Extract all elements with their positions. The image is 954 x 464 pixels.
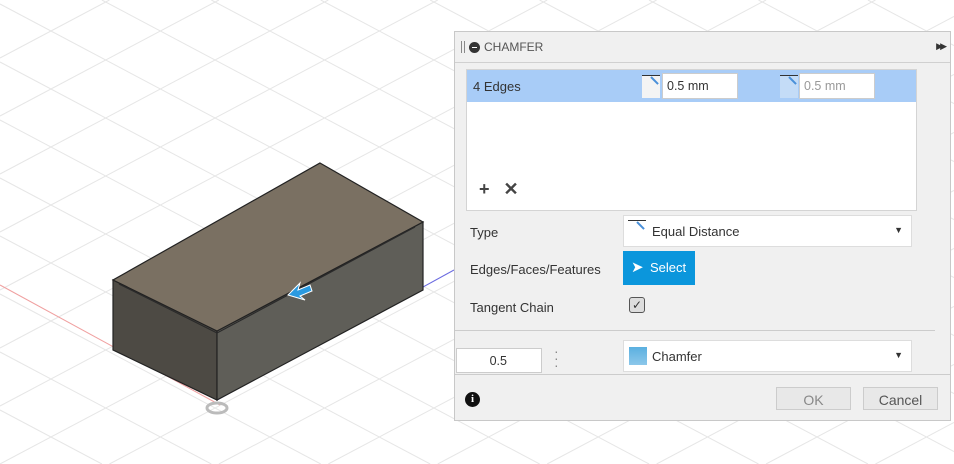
- add-icon[interactable]: +: [479, 179, 490, 199]
- select-label: Select: [650, 260, 687, 275]
- edges-label: Edges/Faces/Features: [470, 262, 601, 277]
- equal-distance-icon: [628, 220, 646, 243]
- tangent-chain-checkbox[interactable]: ✓: [629, 297, 645, 313]
- collapse-icon[interactable]: [469, 41, 480, 53]
- chevron-down-icon: ▼: [894, 350, 903, 360]
- corner-type-value: Chamfer: [652, 349, 702, 364]
- drag-handle[interactable]: [461, 41, 465, 53]
- grid-line: [875, 421, 954, 464]
- edge-selection-list: 4 Edges 0.5 mm 0.5 mm + ✕: [466, 69, 917, 211]
- box-body[interactable]: [111, 162, 425, 402]
- cancel-button[interactable]: Cancel: [863, 387, 938, 410]
- remove-icon[interactable]: ✕: [504, 179, 519, 199]
- type-label: Type: [470, 225, 499, 240]
- grid-line: [0, 0, 329, 175]
- selection-row[interactable]: 4 Edges 0.5 mm 0.5 mm: [467, 70, 916, 102]
- dialog-title: CHAMFER: [484, 40, 544, 54]
- chamfer-icon: [629, 347, 647, 365]
- type-dropdown[interactable]: Equal Distance ▼: [623, 215, 912, 247]
- chevron-down-icon: ▼: [894, 225, 903, 235]
- footer-divider: [455, 374, 950, 375]
- corner-type-dropdown[interactable]: Chamfer ▼: [623, 340, 912, 372]
- selection-label: 4 Edges: [473, 79, 521, 94]
- chamfer-dialog: CHAMFER ▶▶ 4 Edges 0.5 mm 0.5 mm + ✕ Type…: [454, 31, 951, 421]
- type-value: Equal Distance: [652, 224, 740, 239]
- grid-line: [0, 0, 110, 59]
- tangent-chain-label: Tangent Chain: [470, 300, 554, 315]
- ok-button[interactable]: OK: [776, 387, 851, 410]
- grid-line: [0, 0, 220, 117]
- chamfer-distance2-icon: [780, 75, 798, 98]
- cursor-icon: ➤: [631, 259, 644, 276]
- distance-input[interactable]: 0.5 mm: [662, 73, 738, 99]
- double-arrow-right-icon[interactable]: ▶▶: [936, 41, 947, 52]
- chamfer-distance-icon: [642, 75, 660, 98]
- info-icon[interactable]: i: [465, 392, 480, 407]
- divider: [455, 330, 935, 331]
- dialog-header: CHAMFER ▶▶: [455, 32, 950, 63]
- select-button[interactable]: ➤ Select: [623, 251, 695, 285]
- value-input[interactable]: 0.5: [456, 348, 542, 373]
- origin-marker: [205, 401, 229, 415]
- more-options-icon[interactable]: · · ·: [554, 344, 559, 372]
- distance2-input[interactable]: 0.5 mm: [799, 73, 875, 99]
